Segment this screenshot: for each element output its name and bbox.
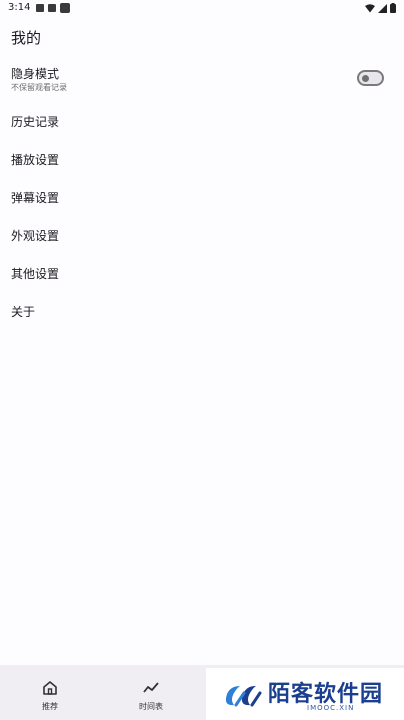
notification-icons: [36, 3, 70, 13]
menu-item-playback-settings[interactable]: 播放设置: [0, 141, 404, 179]
notification-icon: [36, 4, 44, 12]
nav-label: 推荐: [42, 702, 58, 711]
watermark-subtitle: IMOOC.XIN: [307, 704, 355, 712]
notification-icon: [60, 3, 70, 13]
stealth-mode-toggle[interactable]: [357, 70, 384, 86]
battery-icon: [390, 3, 396, 13]
menu-item-other-settings[interactable]: 其他设置: [0, 255, 404, 293]
nav-item-recommend[interactable]: 推荐: [10, 665, 90, 720]
menu-item-label: 历史记录: [11, 115, 60, 129]
toggle-knob: [362, 75, 369, 82]
stealth-mode-row[interactable]: 隐身模式 不保留观看记录: [0, 56, 404, 100]
wifi-icon: [365, 3, 375, 12]
menu-item-label: 关于: [11, 305, 36, 319]
status-bar: 3:14: [0, 0, 404, 18]
watermark-logo-icon: [225, 686, 262, 707]
menu-item-label: 外观设置: [11, 229, 60, 243]
page-title: 我的: [11, 29, 42, 47]
menu-item-label: 其他设置: [11, 267, 60, 281]
site-watermark: 陌客软件园 IMOOC.XIN: [206, 668, 404, 720]
menu-item-appearance-settings[interactable]: 外观设置: [0, 217, 404, 255]
notification-icon: [48, 4, 56, 12]
menu-item-history[interactable]: 历史记录: [0, 103, 404, 141]
status-time: 3:14: [8, 2, 31, 13]
menu-item-label: 弹幕设置: [11, 191, 60, 205]
nav-item-schedule[interactable]: 时间表: [111, 665, 191, 720]
stealth-mode-label: 隐身模式: [11, 67, 60, 81]
signal-icon: [378, 3, 387, 13]
trending-icon: [143, 682, 159, 693]
nav-label: 时间表: [139, 702, 163, 711]
menu-item-about[interactable]: 关于: [0, 293, 404, 331]
stealth-mode-description: 不保留观看记录: [11, 83, 67, 92]
system-icons: [365, 3, 396, 13]
menu-item-danmaku-settings[interactable]: 弹幕设置: [0, 179, 404, 217]
home-icon: [43, 681, 57, 695]
menu-item-label: 播放设置: [11, 153, 60, 167]
